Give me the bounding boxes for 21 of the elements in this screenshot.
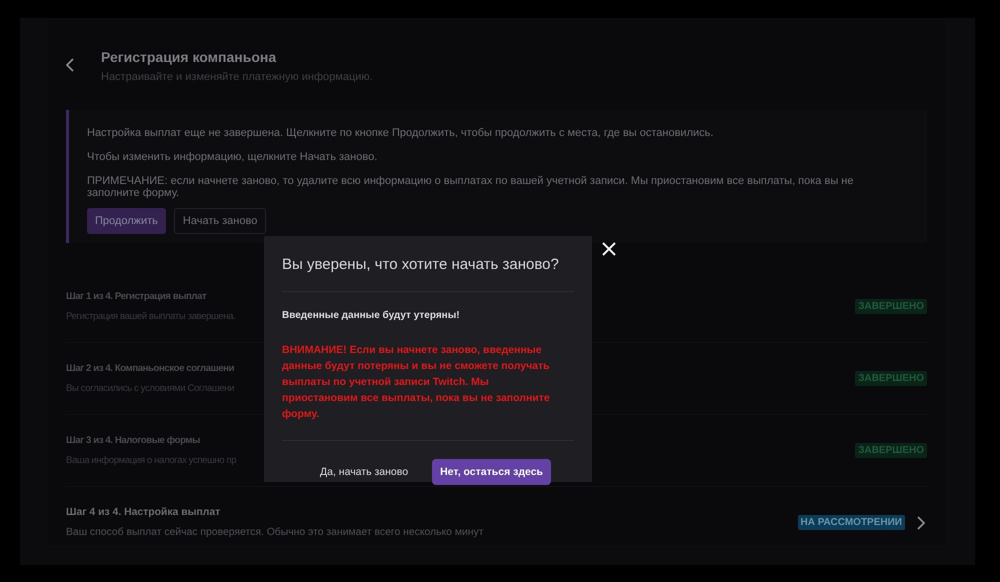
dialog-message: Введенные данные будут утеряны! xyxy=(282,310,461,321)
step-title: Шаг 4 из 4. Настройка выплат xyxy=(66,507,220,518)
step-title: Шаг 2 из 4. Компаньонское соглашени xyxy=(66,363,234,374)
step-description: Ваш способ выплат сейчас проверяется. Обычно это занимает всего несколько минут xyxy=(66,527,484,538)
stay-button[interactable]: Нет, остаться здесь xyxy=(432,459,551,485)
page-title: Регистрация компаньона xyxy=(101,49,278,65)
notice-text: ПРИМЕЧАНИЕ: если начнете заново, то удалите всю информацию о выплатах по вашей учетной записи. Мы приостановим все выплаты, пока вы не заполните форму. xyxy=(87,175,854,199)
step-title: Шаг 1 из 4. Регистрация выплат xyxy=(66,291,206,302)
page-subtitle: Настраивайте и изменяйте платежную информацию. xyxy=(101,71,373,83)
status-badge: НА РАССМОТРЕНИИ xyxy=(798,515,905,530)
close-icon[interactable] xyxy=(602,242,616,256)
warning-text: ВНИМАНИЕ! Если вы начнете заново, введенные данные будут потеряны и вы не сможете получать выплаты по учетной записи Twitch. Мы приостановим все выплаты, пока вы не заполните форму. xyxy=(282,343,551,422)
back-icon[interactable] xyxy=(66,58,74,72)
notice-text: Чтобы изменить информацию, щелкните Начать заново. xyxy=(87,151,378,163)
continue-button[interactable]: Продолжить xyxy=(87,208,166,234)
step-title: Шаг 3 из 4. Налоговые формы xyxy=(66,435,200,446)
restart-button[interactable]: Начать заново xyxy=(174,208,266,234)
notice-text: Настройка выплат еще не завершена. Щелкните по кнопке Продолжить, чтобы продолжить с места, где вы остановились. xyxy=(87,127,714,139)
chevron-right-icon[interactable] xyxy=(917,516,925,530)
dialog-title: Вы уверены, что хотите начать заново? xyxy=(282,236,574,292)
confirm-restart-button[interactable]: Да, начать заново xyxy=(312,460,416,484)
